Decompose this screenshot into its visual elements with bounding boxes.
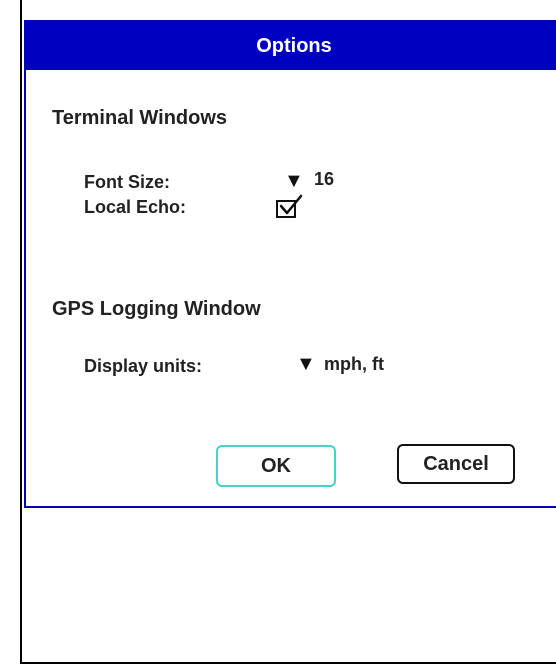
font-size-label: Font Size: [84, 172, 170, 192]
font-size-dropdown-arrow-icon[interactable]: ▼ [284, 170, 304, 193]
font-size-value[interactable]: 16 [314, 169, 334, 190]
display-units-label: Display units: [84, 356, 203, 376]
cancel-button[interactable]: Cancel [397, 444, 515, 484]
local-echo-label: Local Echo: [84, 197, 187, 217]
ok-button[interactable]: OK [216, 445, 336, 487]
terminal-windows-heading: Terminal Windows [52, 107, 228, 129]
options-dialog: Options Terminal Windows Font Size: ▼ 16… [24, 20, 556, 508]
dialog-title: Options [26, 22, 556, 70]
display-units-dropdown-arrow-icon[interactable]: ▼ [296, 353, 316, 376]
local-echo-checkbox[interactable] [276, 194, 303, 218]
checkmark-icon [279, 194, 303, 215]
display-units-value[interactable]: mph, ft [324, 354, 384, 375]
gps-logging-heading: GPS Logging Window [52, 298, 261, 320]
